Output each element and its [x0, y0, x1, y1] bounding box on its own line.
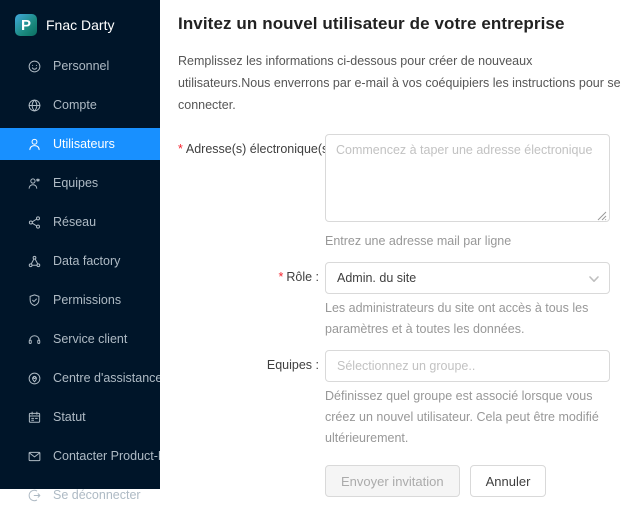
form-buttons-row: Envoyer invitation Annuler [325, 465, 624, 497]
role-helper-text: Les administrateurs du site ont accès à … [325, 301, 589, 336]
sidebar-item-data-factory[interactable]: Data factory [0, 245, 160, 277]
mail-icon [27, 449, 42, 464]
sidebar-item-label: Centre d'assistance [53, 371, 163, 385]
email-addresses-label: * Adresse(s) électronique(s) : [178, 142, 340, 156]
sidebar-menu: Personnel Compte Utilisateurs Equipes Ré… [0, 50, 175, 511]
app-logo-row: P Fnac Darty [0, 0, 160, 40]
sidebar-item-equipes[interactable]: Equipes [0, 167, 160, 199]
role-select-value: Admin. du site [337, 271, 417, 285]
page-description: Remplissez les informations ci-dessous p… [178, 54, 621, 112]
page-title: Invitez un nouvel utilisateur de votre e… [178, 14, 565, 33]
teams-input[interactable] [325, 350, 610, 382]
chevron-down-icon [588, 273, 600, 285]
sidebar-item-statut[interactable]: Statut [0, 401, 160, 433]
sidebar-item-label: Permissions [53, 293, 122, 307]
app-logo-text: Fnac Darty [46, 17, 115, 33]
user-star-icon [27, 176, 42, 191]
sidebar-item-label: Statut [53, 410, 86, 424]
user-icon [27, 137, 42, 152]
sidebar-item-label: Utilisateurs [53, 137, 115, 151]
globe-icon [27, 98, 42, 113]
required-mark: * [278, 270, 284, 284]
sidebar: P Fnac Darty Personnel Compte Utilisateu… [0, 0, 175, 502]
email-addresses-row: *Adresse(s) électronique(s) : Entrez une… [178, 134, 624, 252]
smiley-icon [27, 59, 42, 74]
sidebar-item-reseau[interactable]: Réseau [0, 206, 160, 238]
sidebar-item-permissions[interactable]: Permissions [0, 284, 160, 316]
molecule-icon [27, 254, 42, 269]
logout-icon [27, 488, 42, 503]
sidebar-item-label: Compte [53, 98, 97, 112]
share-icon [27, 215, 42, 230]
sidebar-item-label: Service client [53, 332, 128, 346]
sidebar-item-service-client[interactable]: Service client [0, 323, 160, 355]
email-addresses-textarea[interactable] [325, 134, 610, 222]
role-row: * Rôle : Admin. du site Les administrateu… [178, 262, 624, 340]
required-mark: * [178, 142, 183, 156]
role-select[interactable]: Admin. du site [325, 262, 610, 294]
email-helper-text: Entrez une adresse mail par ligne [325, 234, 512, 248]
location-icon [27, 371, 42, 386]
sidebar-item-utilisateurs[interactable]: Utilisateurs [0, 128, 160, 160]
sidebar-item-personnel[interactable]: Personnel [0, 50, 160, 82]
send-invitation-button[interactable]: Envoyer invitation [325, 465, 460, 497]
app-window: P Fnac Darty Personnel Compte Utilisateu… [0, 0, 625, 502]
headset-icon [27, 332, 42, 347]
app-logo: P [15, 14, 37, 36]
teams-helper-text: Définissez quel groupe est associé lorsq… [325, 389, 599, 445]
shield-check-icon [27, 293, 42, 308]
sidebar-item-contacter[interactable]: Contacter Product-L... [0, 440, 175, 472]
teams-row: Equipes : Définissez quel groupe est ass… [178, 350, 624, 449]
sidebar-item-compte[interactable]: Compte [0, 89, 160, 121]
sidebar-item-label: Réseau [53, 215, 97, 229]
sidebar-item-label: Se déconnecter [53, 488, 141, 502]
sidebar-item-centre-assistance[interactable]: Centre d'assistance [0, 362, 163, 394]
sidebar-item-label: Data factory [53, 254, 121, 268]
sidebar-item-label: Equipes [53, 176, 99, 190]
cancel-button[interactable]: Annuler [469, 465, 547, 497]
role-label: * Rôle : [278, 270, 319, 284]
invite-user-panel: Invitez un nouvel utilisateur de votre e… [160, 0, 625, 497]
sidebar-item-se-deconnecter[interactable]: Se déconnecter [0, 479, 160, 511]
resize-grip-icon[interactable] [596, 210, 607, 221]
sidebar-item-label: Contacter Product-L... [53, 449, 176, 463]
calendar-icon [27, 410, 42, 425]
sidebar-item-label: Personnel [53, 59, 110, 73]
teams-label: Equipes : [266, 358, 319, 372]
